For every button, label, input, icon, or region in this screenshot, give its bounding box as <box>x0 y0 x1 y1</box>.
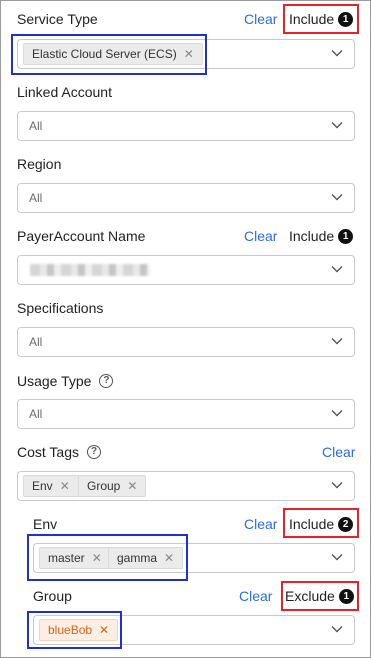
specifications-select[interactable]: All <box>17 327 355 357</box>
cost-tags-heading: Cost Tags ? <box>17 443 101 461</box>
usage-type-value: All <box>29 407 43 421</box>
usage-type-select[interactable]: All <box>17 399 355 429</box>
cost-tag-group: Group ✕ <box>78 475 147 497</box>
region-label: Region <box>17 156 62 172</box>
linked-account-select[interactable]: All <box>17 111 355 141</box>
specifications-label: Specifications <box>17 300 104 316</box>
chevron-down-icon[interactable] <box>331 481 343 489</box>
remove-tag-icon[interactable]: ✕ <box>127 475 137 497</box>
env-clear-link[interactable]: Clear <box>244 515 277 533</box>
chevron-down-icon[interactable] <box>331 121 343 129</box>
cost-tag-env-label: Env <box>32 479 53 493</box>
cost-tag-env: Env ✕ <box>23 475 79 497</box>
payer-account-count-badge: 1 <box>338 228 354 244</box>
chevron-down-icon[interactable] <box>331 265 343 273</box>
group-clear-link[interactable]: Clear <box>239 587 272 605</box>
filter-panel: Service Type Clear Include 1 Elastic Clo… <box>0 0 371 658</box>
payer-account-label: PayerAccount Name <box>17 228 146 244</box>
service-type-clear-link[interactable]: Clear <box>244 10 277 28</box>
group-label: Group <box>33 588 72 604</box>
payer-account-select[interactable] <box>17 255 355 285</box>
region-select[interactable]: All <box>17 183 355 213</box>
chevron-down-icon[interactable] <box>331 409 343 417</box>
highlight-box-env-tags <box>27 534 188 581</box>
highlight-box-group-mode <box>281 581 359 611</box>
cost-tags-select[interactable]: Env ✕ Group ✕ <box>17 471 355 501</box>
linked-account-label: Linked Account <box>17 84 112 100</box>
payer-account-clear-link[interactable]: Clear <box>244 227 277 245</box>
cost-tags-label: Cost Tags <box>17 444 79 460</box>
service-type-label: Service Type <box>17 11 98 27</box>
payer-account-mode-label: Include <box>289 228 335 244</box>
highlight-box-env-mode <box>283 508 359 538</box>
specifications-value: All <box>29 335 43 349</box>
env-label: Env <box>33 516 58 532</box>
usage-type-heading: Usage Type ? <box>17 372 114 390</box>
chevron-down-icon[interactable] <box>331 337 343 345</box>
cost-tags-clear-link[interactable]: Clear <box>322 443 355 461</box>
usage-type-label: Usage Type <box>17 373 92 389</box>
linked-account-value: All <box>29 119 43 133</box>
help-icon[interactable]: ? <box>87 445 101 459</box>
highlight-box-service-type-tags <box>11 34 207 75</box>
remove-tag-icon[interactable]: ✕ <box>60 475 70 497</box>
help-icon[interactable]: ? <box>99 374 114 388</box>
chevron-down-icon[interactable] <box>331 193 343 201</box>
cost-tag-group-label: Group <box>87 479 121 493</box>
highlight-box-group-tags <box>27 611 122 649</box>
redacted-account-name <box>30 264 150 276</box>
highlight-box-service-type-mode <box>283 4 359 34</box>
chevron-down-icon[interactable] <box>331 553 343 561</box>
chevron-down-icon[interactable] <box>331 49 343 57</box>
region-value: All <box>29 191 43 205</box>
payer-account-mode-toggle[interactable]: Include 1 <box>289 227 354 245</box>
chevron-down-icon[interactable] <box>331 625 343 633</box>
